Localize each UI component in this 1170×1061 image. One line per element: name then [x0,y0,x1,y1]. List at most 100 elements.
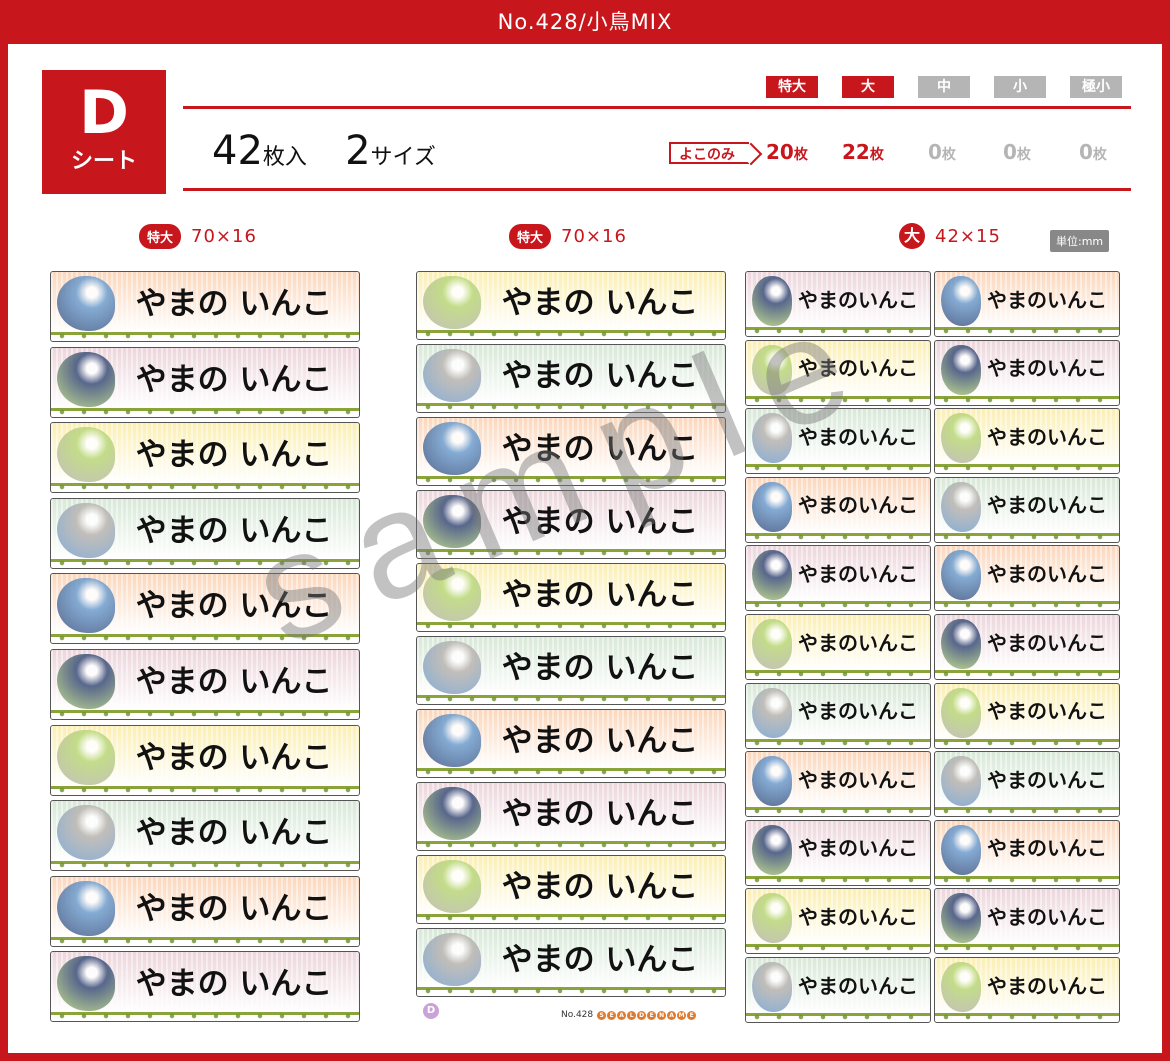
name-label: やまのいんこ [934,339,1120,406]
bird-illustration [57,578,115,634]
name-label: やまのいんこ [934,957,1120,1023]
name-label: やまのいんこ [934,614,1120,680]
label-name-text: やまのいんこ [987,836,1107,861]
size-dims: 70×16 [561,225,627,247]
size-badge: 大 [899,223,925,249]
brand-letter: A [617,1010,627,1020]
name-label: やまのいんこ [934,476,1120,543]
count-dai: 22枚 [842,140,884,164]
name-label: やまの いんこ [50,573,360,645]
label-name-text: やまの いんこ [135,437,333,474]
brand-letter: M [677,1010,687,1020]
label-name-text: やまのいんこ [987,356,1107,381]
leaf-decoration [417,914,725,922]
bird-illustration [752,550,792,601]
count-num: 22 [842,140,870,164]
brand-letter: D [637,1010,647,1020]
footer-product: No.428 SEALDENAME [561,1010,697,1020]
leaf-decoration [417,768,725,776]
sheet-sub: シート [70,149,137,174]
divider-top [183,106,1131,109]
bird-illustration [57,351,115,407]
label-name-text: やまのいんこ [987,767,1107,792]
leaf-decoration [51,785,359,794]
leaf-decoration [746,738,930,747]
label-name-text: やまの いんこ [501,869,699,905]
label-name-text: やまのいんこ [798,630,918,655]
bird-illustration [57,729,115,785]
bird-illustration [423,349,481,402]
bird-illustration [752,893,792,944]
label-name-text: やまの いんこ [135,588,333,625]
leaf-decoration [51,1012,359,1021]
label-name-text: やまのいんこ [798,561,918,586]
name-label: やまのいんこ [745,751,931,818]
name-label: やまのいんこ [745,682,931,749]
label-name-text: やまの いんこ [501,942,699,978]
size-tab-tokudai: 特大 [766,76,818,98]
sheet-count: 42 [212,128,263,174]
brand-letter: E [687,1010,697,1020]
label-name-text: やまのいんこ [798,836,918,861]
bird-illustration [57,502,115,558]
bird-illustration [752,344,792,395]
bird-illustration [941,962,981,1012]
name-label: やまの いんこ [416,417,726,486]
bird-illustration [941,276,981,326]
name-label: やまの いんこ [416,271,726,340]
count-sho: 0枚 [1003,140,1031,164]
bird-illustration [752,481,792,532]
name-label: やまの いんこ [416,928,726,997]
count-gokusho: 0枚 [1079,140,1107,164]
unit-label: 単位:mm [1050,230,1110,252]
label-name-text: やまのいんこ [987,561,1107,586]
label-name-text: やまのいんこ [987,904,1107,929]
name-label: やまの いんこ [50,951,360,1023]
name-label: やまのいんこ [745,614,931,680]
footer-sheet-badge: D [423,1003,439,1019]
label-name-text: やまのいんこ [798,904,918,929]
bird-illustration [423,641,481,694]
bird-illustration [941,824,981,875]
label-name-text: やまの いんこ [501,285,699,321]
sheet-count-unit: 枚入 [262,145,307,170]
name-label: やまの いんこ [50,875,360,947]
brand-letter: N [657,1010,667,1020]
label-name-text: やまのいんこ [987,699,1107,724]
label-name-text: やまのいんこ [987,287,1107,312]
column-header-1: 特大 70×16 [139,222,257,250]
label-name-text: やまのいんこ [987,493,1107,518]
count-unit: 枚 [1016,147,1031,163]
name-label: やまの いんこ [416,344,726,413]
brand-letter: L [627,1010,637,1020]
leaf-decoration [417,695,725,703]
bird-illustration [57,276,115,331]
bird-illustration [752,687,792,738]
name-label: やまの いんこ [416,490,726,559]
label-name-text: やまのいんこ [987,973,1107,998]
leaf-decoration [935,1013,1119,1021]
sheet-type-box: D シート [42,70,166,194]
leaf-decoration [935,670,1119,678]
name-label: やまのいんこ [745,819,931,886]
label-name-text: やまの いんこ [135,286,333,322]
bird-illustration [423,860,481,913]
label-name-text: やまのいんこ [798,699,918,724]
name-label: やまの いんこ [416,563,726,632]
bird-illustration [423,422,481,475]
name-label: やまのいんこ [745,545,931,612]
bird-illustration [752,276,792,326]
count-tokudai: 20枚 [766,140,808,164]
label-name-text: やまの いんこ [501,723,699,759]
name-label: やまの いんこ [50,346,360,418]
leaf-decoration [51,936,359,945]
leaf-decoration [417,841,725,849]
name-label: やまのいんこ [745,271,931,337]
leaf-decoration [935,532,1119,541]
name-label: やまの いんこ [50,649,360,720]
bird-illustration [752,824,792,875]
count-unit: 枚 [869,147,884,163]
size-dims: 70×16 [191,225,257,247]
brand-letter: S [597,1010,607,1020]
name-label: やまのいんこ [745,888,931,955]
